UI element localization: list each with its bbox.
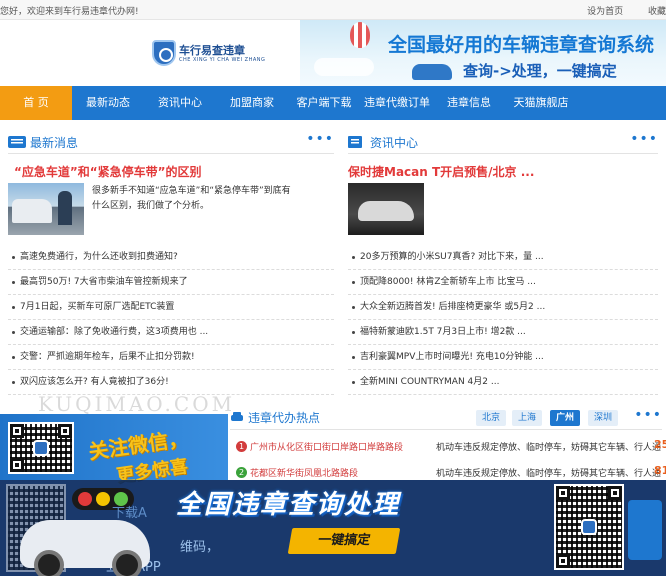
nav-latest[interactable]: 最新动态 — [72, 86, 144, 120]
news-headline[interactable]: 保时捷Macan T开启预售/北京 ... — [348, 163, 534, 180]
car-icon — [231, 412, 243, 421]
latest-more-button[interactable]: ••• — [306, 131, 334, 147]
banner-line1: 全国最好用的车辆违章查询系统 — [388, 34, 655, 56]
hot-title: 违章代办热点 — [248, 411, 321, 425]
site-logo[interactable]: 车行易查违章 CHE XING YI CHA WEI ZHANG — [152, 40, 265, 68]
violation-count: 25 — [654, 438, 666, 451]
tab-beijing[interactable]: 北京 — [476, 410, 506, 426]
latest-thumbnail[interactable] — [8, 183, 84, 235]
tab-shenzhen[interactable]: 深圳 — [588, 410, 618, 426]
one-click-button[interactable]: 一键搞定 — [287, 528, 401, 554]
bottom-promo-banner[interactable]: 下载A 维码， 立 载APP 全国违章查询处理 一键搞定 — [0, 480, 666, 576]
violation-location: 广州市从化区街口街口岸路口岸路路段 — [250, 443, 404, 453]
side-bar-icon — [628, 500, 662, 560]
header-banner[interactable]: 全国最好用的车辆违章查询系统 查询->处理，一键搞定 — [300, 20, 666, 86]
balloon-icon — [350, 22, 370, 48]
nav-violations[interactable]: 违章信息 — [434, 86, 504, 120]
tab-shanghai[interactable]: 上海 — [512, 410, 542, 426]
nav-news[interactable]: 资讯中心 — [144, 86, 216, 120]
scan-qr-text: 维码， — [180, 540, 220, 555]
logo-pinyin: CHE XING YI CHA WEI ZHANG — [179, 57, 266, 63]
news-list: 20多万预算的小米SU7真香? 对比下来，量 ... 顶配降8000! 林肯Z全… — [348, 245, 658, 395]
list-item[interactable]: 全新MINI COUNTRYMAN 4月2 ... — [348, 370, 658, 395]
violation-behavior: 机动车违反规定停放、临时停车，妨碍其它车辆、行人通 — [436, 469, 662, 479]
news-panel-head: 资讯中心 ••• — [348, 130, 658, 154]
logo-badge-icon — [152, 40, 176, 66]
watermark: KUQIMAO.COM — [38, 392, 236, 416]
nav-orders[interactable]: 违章代缴订单 — [360, 86, 434, 120]
car-illustration — [20, 520, 150, 576]
news-title: 资讯中心 — [370, 136, 419, 150]
nav-tmall[interactable]: 天猫旗舰店 — [504, 86, 578, 120]
wechat-qr-code — [8, 422, 74, 474]
violation-location: 花都区新华街凤凰北路路段 — [250, 469, 359, 479]
table-row[interactable]: 1 广州市从化区街口街口岸路口岸路路段 机动车违反规定停放、临时停车，妨碍其它车… — [236, 438, 666, 460]
cloud-decoration — [314, 58, 374, 76]
latest-title: 最新消息 — [30, 136, 79, 150]
list-item[interactable]: 最高罚50万! 7大省市柴油车管控新规来了 — [8, 270, 334, 295]
main-nav: 首 页 最新动态 资讯中心 加盟商家 客户端下载 违章代缴订单 违章信息 天猫旗… — [0, 86, 666, 120]
nav-partners[interactable]: 加盟商家 — [216, 86, 288, 120]
car-icon — [412, 64, 452, 80]
download-app-text: 下载A — [112, 506, 147, 521]
latest-headline[interactable]: “应急车道”和“紧急停车带”的区别 — [14, 163, 202, 180]
tab-guangzhou[interactable]: 广州 — [550, 410, 580, 426]
rank-badge: 1 — [236, 441, 247, 452]
list-item[interactable]: 交通运输部：除了免收通行费，这3项费用也 ... — [8, 320, 334, 345]
news-thumbnail[interactable] — [348, 183, 424, 235]
list-item[interactable]: 顶配降8000! 林肯Z全新轿车上市 比宝马 ... — [348, 270, 658, 295]
violation-behavior: 机动车违反规定停放、临时停车，妨碍其它车辆、行人通 — [436, 443, 662, 453]
nav-download[interactable]: 客户端下载 — [288, 86, 360, 120]
list-item[interactable]: 交警：严抓逾期年检车，后果不止扣分罚款! — [8, 345, 334, 370]
top-links: 设为首页 收藏 — [565, 4, 666, 17]
wechat-slogan: 关注微信， 更多惊喜 — [78, 415, 223, 487]
hot-more-button[interactable]: ••• — [634, 407, 662, 423]
list-item[interactable]: 20多万预算的小米SU7真香? 对比下来，量 ... — [348, 245, 658, 270]
news-more-button[interactable]: ••• — [630, 131, 658, 147]
list-item[interactable]: 高速免费通行，为什么还收到扣费通知? — [8, 245, 334, 270]
list-item[interactable]: 吉利豪翼MPV上市时间曝光! 充电10分钟能 ... — [348, 345, 658, 370]
logo-name: 车行易查违章 — [179, 44, 245, 57]
welcome-text: 您好，欢迎来到车行易违章代办网! — [0, 7, 139, 17]
news-icon — [8, 136, 26, 148]
list-item[interactable]: 7月1日起，买新车可原厂选配ETC装置 — [8, 295, 334, 320]
latest-description: 很多新手不知道“应急车道”和“紧急停车带”到底有什么区别，我们做了个分析。 — [92, 186, 291, 211]
latest-panel-head: 最新消息 ••• — [8, 130, 334, 154]
favorite-link[interactable]: 收藏 — [648, 7, 666, 17]
top-bar: 您好，欢迎来到车行易违章代办网! 设为首页 收藏 — [0, 0, 666, 20]
header: 车行易查违章 CHE XING YI CHA WEI ZHANG 全国最好用的车… — [0, 20, 666, 86]
violation-count: 81 — [654, 464, 666, 477]
latest-list: 高速免费通行，为什么还收到扣费通知? 最高罚50万! 7大省市柴油车管控新规来了… — [8, 245, 334, 395]
list-item[interactable]: 福特新蒙迪欧1.5T 7月3日上市! 增2款 ... — [348, 320, 658, 345]
list-item[interactable]: 大众全新迈腾首发! 后排座椅更豪华 或5月2 ... — [348, 295, 658, 320]
app-qr-code — [554, 484, 624, 570]
set-home-link[interactable]: 设为首页 — [587, 7, 623, 17]
bottom-slogan: 全国违章查询处理 — [176, 490, 401, 520]
document-icon — [348, 136, 362, 148]
nav-home[interactable]: 首 页 — [0, 86, 72, 120]
banner-line2: 查询->处理，一键搞定 — [463, 62, 617, 80]
rank-badge: 2 — [236, 467, 247, 478]
